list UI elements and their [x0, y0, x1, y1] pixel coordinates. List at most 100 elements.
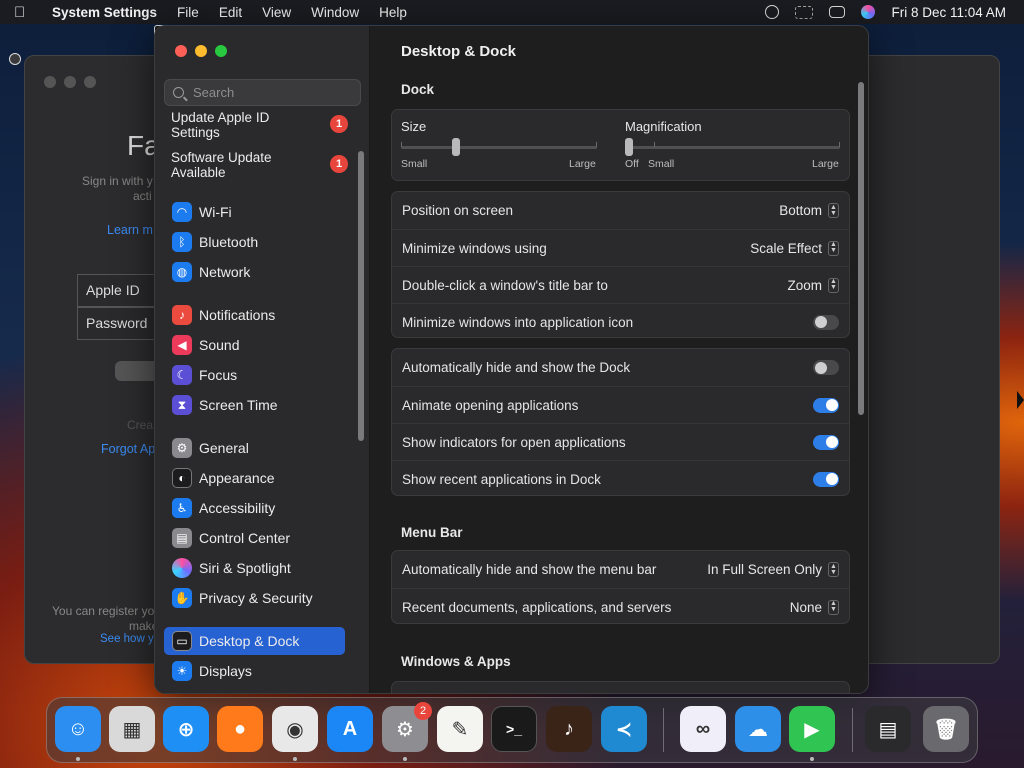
sidebar-item-desktop-dock[interactable]: ▭ Desktop & Dock	[164, 627, 345, 655]
sidebar-item-appearance[interactable]: ◐ Appearance	[164, 464, 345, 492]
close-button[interactable]	[175, 45, 187, 57]
chrome-icon[interactable]: ◉	[272, 706, 318, 752]
sidebar-item-general[interactable]: ⚙ General	[164, 434, 345, 462]
sidebar-scrollbar[interactable]	[358, 151, 364, 441]
siri-status-icon[interactable]	[861, 5, 876, 19]
launchpad-icon[interactable]: ▦	[109, 706, 155, 752]
recent-docs-select[interactable]: None ▲ ▼	[790, 599, 839, 615]
double-click-label: Double-click a window's title bar to	[402, 277, 608, 293]
autohide-dock-label: Automatically hide and show the Dock	[402, 360, 631, 375]
running-indicator	[293, 757, 297, 761]
sidebar-item-software-update[interactable]: Software Update Available	[171, 150, 311, 180]
control-center-status-icon[interactable]	[829, 6, 846, 18]
menu-help[interactable]: Help	[379, 5, 407, 20]
recent-apps-toggle[interactable]	[813, 471, 839, 487]
background-sign-in-text: Sign in with y	[82, 174, 153, 188]
textedit-icon[interactable]: ✎	[437, 706, 483, 752]
minimize-into-icon-toggle[interactable]	[813, 314, 839, 330]
animate-apps-toggle[interactable]	[813, 397, 839, 413]
screen-mirroring-icon[interactable]	[795, 5, 814, 19]
running-indicator	[76, 757, 80, 761]
search-input[interactable]: Search	[164, 79, 361, 106]
display-icon: ☀	[172, 661, 192, 681]
minimize-button[interactable]	[195, 45, 207, 57]
sidebar-item-network[interactable]: ◍ Network	[164, 258, 345, 286]
dock: ☺ ▦ ⊕ ● ◉ A ⚙ 2 ✎ >_ ♪ ≺ ∞ ☁ ▶ ▤ 🗑	[46, 697, 978, 763]
dock-behavior-group: Position on screen Bottom ▲ ▼ Minimize wi…	[391, 191, 850, 338]
sidebar-item-sound[interactable]: ◀ Sound	[164, 331, 345, 359]
autohide-dock-toggle[interactable]	[813, 360, 839, 375]
size-slider-knob[interactable]	[451, 138, 460, 156]
spotlight-icon[interactable]	[9, 53, 21, 65]
software-update-badge: 1	[330, 155, 348, 173]
section-menu-bar-heading: Menu Bar	[401, 525, 463, 540]
position-label: Position on screen	[402, 203, 514, 218]
safari-icon[interactable]: ⊕	[163, 706, 209, 752]
sidebar-item-wifi[interactable]: ◠ Wi-Fi	[164, 198, 345, 226]
background-register-text: You can register yo	[52, 604, 155, 618]
sidebar-item-label: Screen Time	[199, 397, 278, 413]
sidebar-item-privacy-security[interactable]: ✋ Privacy & Security	[164, 584, 345, 612]
trash-icon[interactable]: 🗑	[923, 706, 969, 752]
size-slider-track[interactable]	[401, 146, 597, 149]
garageband-icon[interactable]: ♪	[546, 706, 592, 752]
menu-file[interactable]: File	[177, 5, 199, 20]
vscode-icon[interactable]: ≺	[601, 706, 647, 752]
firefox-icon[interactable]: ●	[217, 706, 263, 752]
windows-apps-group	[391, 681, 850, 693]
background-forgot-link[interactable]: Forgot Ap	[101, 442, 155, 456]
minimize-into-icon-row: Minimize windows into application icon	[392, 303, 849, 340]
app-store-icon[interactable]: A	[327, 706, 373, 752]
finder-icon[interactable]: ☺	[55, 706, 101, 752]
menubar-clock[interactable]: Fri 8 Dec 11:04 AM	[891, 5, 1006, 20]
sidebar-item-label: Wi-Fi	[199, 204, 232, 220]
sidebar-item-notifications[interactable]: ♪ Notifications	[164, 301, 345, 329]
menu-window[interactable]: Window	[311, 5, 359, 20]
show-indicators-toggle[interactable]	[813, 434, 839, 450]
bluetooth-icon: ᛒ	[172, 232, 192, 252]
section-dock-heading: Dock	[401, 82, 435, 97]
sidebar-item-control-center[interactable]: ▤ Control Center	[164, 524, 345, 552]
terminal-icon[interactable]: >_	[491, 706, 537, 752]
magnification-slider-knob[interactable]	[625, 138, 633, 156]
content-scrollbar[interactable]	[858, 82, 864, 415]
search-icon	[173, 87, 184, 98]
animate-apps-label: Animate opening applications	[402, 397, 579, 413]
globe-icon: ◍	[172, 262, 192, 282]
weather-icon[interactable]: ☁	[735, 706, 781, 752]
sidebar-item-displays[interactable]: ☀ Displays	[164, 657, 345, 685]
sidebar-item-screen-time[interactable]: ⧗ Screen Time	[164, 391, 345, 419]
chevron-updown-icon: ▲ ▼	[828, 240, 839, 256]
apple-menu-icon[interactable]: 	[14, 4, 40, 21]
size-label: Size	[401, 119, 427, 134]
sidebar-item-siri-spotlight[interactable]: Siri & Spotlight	[164, 554, 345, 582]
background-learn-more-link[interactable]: Learn m	[107, 223, 153, 237]
update-apple-id-badge: 1	[330, 115, 348, 133]
sidebar-item-update-apple-id[interactable]: Update Apple ID Settings	[171, 112, 311, 140]
sidebar-item-label: General	[199, 440, 249, 456]
sidebar-item-bluetooth[interactable]: ᛒ Bluetooth	[164, 228, 345, 256]
sidebar-item-label: Bluetooth	[199, 234, 259, 250]
window-controls	[175, 45, 227, 57]
accessibility-status-icon[interactable]	[765, 5, 780, 19]
visual-studio-icon[interactable]: ∞	[680, 706, 726, 752]
app-name-menu[interactable]: System Settings	[52, 5, 157, 20]
sidebar-item-accessibility[interactable]: ♿ Accessibility	[164, 494, 345, 522]
position-select[interactable]: Bottom ▲ ▼	[779, 203, 839, 218]
facetime-icon[interactable]: ▶	[789, 706, 835, 752]
menu-bar:  System Settings File Edit View Window …	[0, 0, 1024, 65]
page-title: Desktop & Dock	[401, 43, 517, 60]
dock-separator	[852, 708, 853, 752]
magnification-slider-track[interactable]	[625, 146, 840, 149]
zoom-button[interactable]	[215, 45, 227, 57]
downloads-stack-icon[interactable]: ▤	[865, 706, 911, 752]
minimize-effect-select[interactable]: Scale Effect ▲ ▼	[750, 240, 839, 256]
background-see-how-link[interactable]: See how y	[100, 633, 154, 645]
sidebar-item-focus[interactable]: ☾ Focus	[164, 361, 345, 389]
double-click-select[interactable]: Zoom ▲ ▼	[787, 277, 839, 293]
size-large-label: Large	[569, 158, 596, 170]
hourglass-icon: ⧗	[172, 395, 192, 415]
menu-view[interactable]: View	[262, 5, 291, 20]
menu-edit[interactable]: Edit	[219, 5, 242, 20]
menubar-autohide-select[interactable]: In Full Screen Only ▲ ▼	[707, 562, 839, 577]
